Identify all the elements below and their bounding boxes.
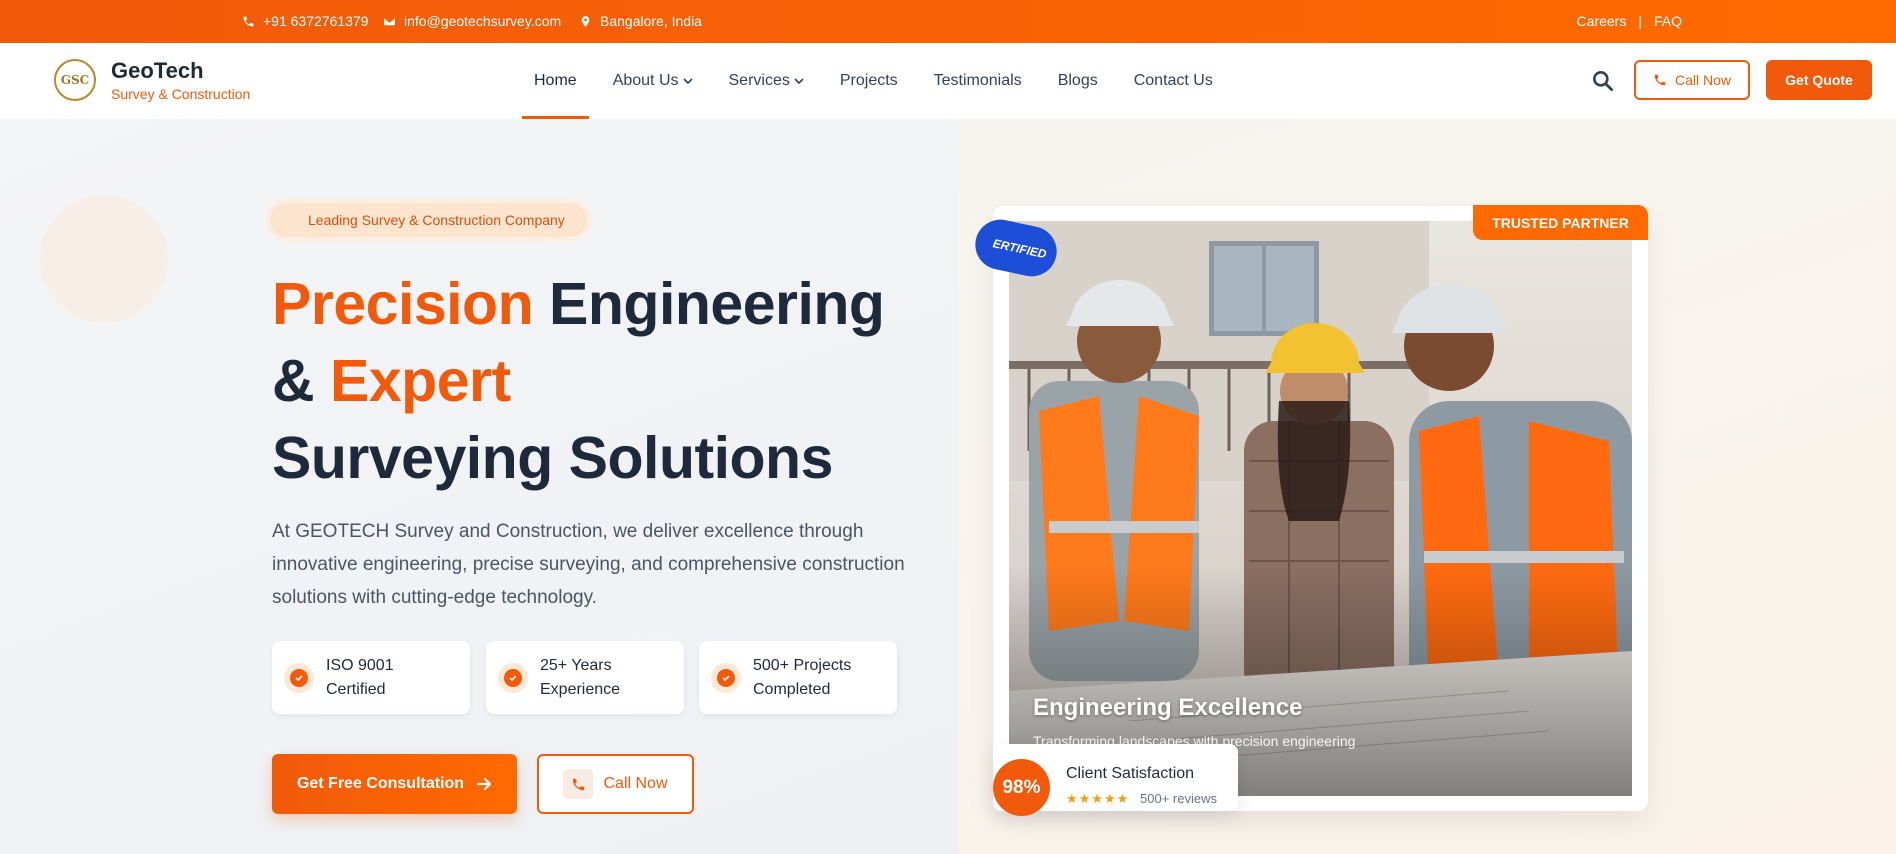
title-highlight-precision: Precision (272, 266, 534, 343)
trusted-partner-badge: TRUSTED PARTNER (1473, 205, 1648, 240)
nav-contact-label: Contact Us (1133, 72, 1213, 89)
hero-badge: Leading Survey & Construction Company (270, 203, 587, 237)
envelope-icon (384, 17, 395, 25)
topbar-location: Bangalore, India (579, 13, 702, 29)
topbar-separator: | (1638, 13, 1642, 29)
phone-icon (563, 769, 594, 799)
satisfaction-percentage: 98% (993, 759, 1050, 816)
topbar-phone[interactable]: +91 6372761379 (242, 13, 369, 29)
chevron-down-icon (682, 78, 693, 85)
feature-line-2: Experience (540, 680, 621, 698)
nav-item-about[interactable]: About Us (601, 43, 705, 119)
feature-line-1: 25+ Years (540, 656, 612, 674)
nav-item-home[interactable]: Home (522, 43, 589, 119)
feature-line-2: Completed (753, 680, 831, 698)
nav-item-projects[interactable]: Projects (828, 43, 910, 119)
nav-about-label: About Us (612, 72, 679, 89)
check-circle-icon (711, 662, 741, 693)
title-ampersand: & (272, 348, 330, 414)
phone-icon (243, 16, 254, 26)
check-circle-icon (284, 662, 314, 693)
caption-title: Engineering Excellence (1033, 694, 1303, 721)
hero-call-now-button[interactable]: Call Now (537, 754, 694, 814)
decorative-circle (40, 195, 168, 323)
brand-name[interactable]: GeoTech (111, 58, 204, 84)
topbar-phone-text: +91 6372761379 (263, 13, 369, 29)
brand-tagline: Survey & Construction (111, 86, 251, 102)
nav-item-testimonials[interactable]: Testimonials (922, 43, 1034, 119)
call-now-label: Call Now (603, 775, 668, 792)
review-count: 500+ reviews (1140, 791, 1217, 806)
topbar-location-text: Bangalore, India (600, 13, 702, 29)
top-contact-bar: +91 6372761379 info@geotechsurvey.com Ba… (0, 0, 1896, 43)
nav-projects-label: Projects (839, 72, 898, 89)
star-rating-icon: ★★★★★ (1066, 791, 1130, 806)
check-circle-icon (498, 662, 528, 693)
chevron-down-icon (794, 78, 804, 85)
phone-icon (1654, 74, 1666, 86)
nav-item-contact[interactable]: Contact Us (1122, 43, 1225, 119)
nav-blogs-label: Blogs (1057, 72, 1098, 89)
nav-testimonials-label: Testimonials (933, 72, 1022, 89)
nav-menu: Home About Us Services Projects Testimon… (522, 43, 1237, 119)
nav-services-label: Services (728, 72, 790, 89)
topbar-email-text: info@geotechsurvey.com (404, 13, 562, 29)
feature-card-experience: 25+ Years Experience (486, 641, 684, 714)
feature-line-1: ISO 9001 (326, 656, 394, 674)
feature-card-iso: ISO 9001 Certified (272, 641, 470, 714)
nav-item-blogs[interactable]: Blogs (1046, 43, 1110, 119)
feature-line-1: 500+ Projects (753, 656, 852, 674)
map-pin-icon (581, 15, 590, 27)
feature-card-projects: 500+ Projects Completed (699, 641, 897, 714)
get-free-consultation-button[interactable]: Get Free Consultation (272, 754, 517, 814)
satisfaction-label: Client Satisfaction (1066, 765, 1195, 782)
get-quote-button[interactable]: Get Quote (1766, 60, 1872, 100)
nav-item-services[interactable]: Services (717, 43, 816, 119)
hero-title: Precision Engineering & Expert Surveying… (272, 266, 885, 497)
search-icon[interactable] (1590, 68, 1616, 94)
consultation-label: Get Free Consultation (296, 775, 465, 792)
feature-line-2: Certified (326, 680, 386, 698)
faq-link[interactable]: FAQ (1654, 13, 1682, 29)
logo-emblem[interactable]: GSC (54, 59, 96, 101)
title-highlight-expert: Expert (330, 343, 511, 420)
topbar-email[interactable]: info@geotechsurvey.com (383, 13, 561, 29)
main-navbar: GSC GeoTech Survey & Construction Home A… (0, 43, 1896, 119)
title-engineering: Engineering (533, 271, 885, 337)
nav-call-now-button[interactable]: Call Now (1634, 60, 1750, 100)
nav-home-label: Home (534, 72, 577, 89)
hero-description: At GEOTECH Survey and Construction, we d… (272, 521, 905, 608)
nav-call-label: Call Now (1674, 72, 1731, 88)
careers-link[interactable]: Careers (1577, 13, 1627, 29)
title-surveying: Surveying Solutions (272, 425, 833, 491)
arrow-right-icon (476, 777, 492, 791)
